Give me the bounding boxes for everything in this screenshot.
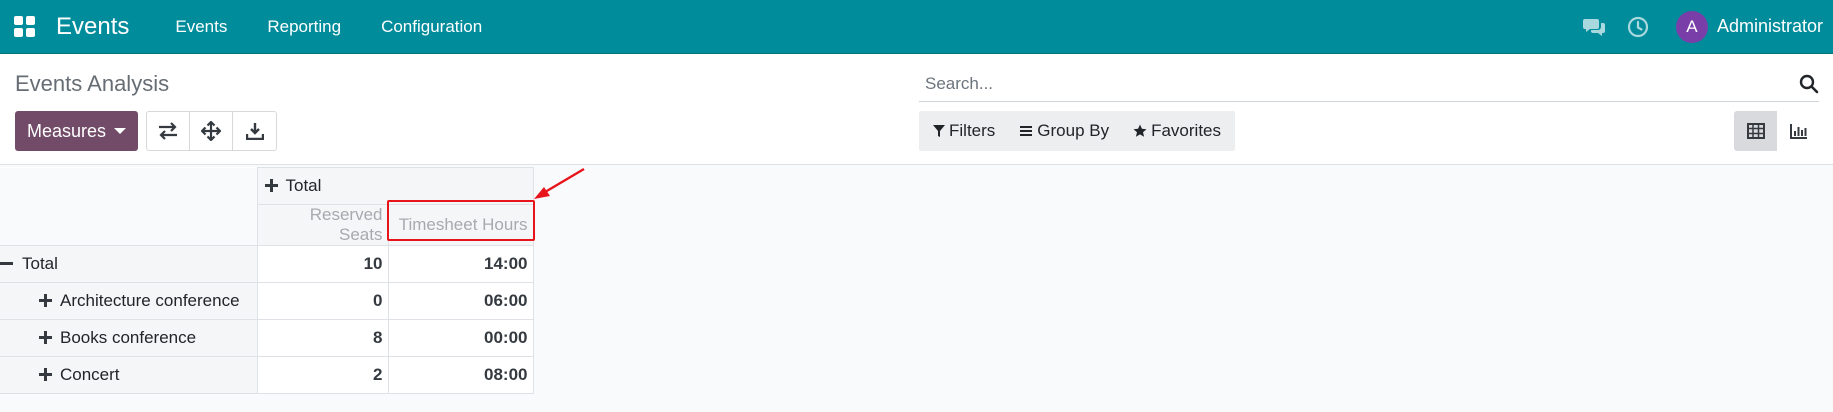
- download-button[interactable]: [233, 112, 276, 150]
- view-switcher: [1734, 111, 1820, 151]
- group-by-icon: [1020, 126, 1033, 136]
- row-label: Architecture conference: [60, 291, 240, 310]
- cell-value[interactable]: 00:00: [387, 319, 534, 357]
- flip-axis-button[interactable]: [147, 112, 190, 150]
- pivot-action-buttons: [146, 111, 277, 151]
- flip-axis-icon: [159, 122, 177, 140]
- annotation-arrow-icon: [534, 167, 585, 199]
- apps-icon[interactable]: [14, 15, 36, 38]
- minus-icon: [0, 257, 13, 270]
- cell-value[interactable]: 14:00: [387, 245, 534, 283]
- column-header-label: Total: [285, 176, 322, 195]
- clock-icon[interactable]: [1626, 15, 1650, 39]
- app-brand[interactable]: Events: [56, 13, 129, 41]
- cell-value[interactable]: 8: [256, 319, 389, 357]
- filters-toggle[interactable]: Filters: [933, 121, 995, 141]
- measure-header-reserved-seats[interactable]: Reserved Seats: [256, 204, 389, 246]
- table-row: Architecture conference 0 06:00: [0, 282, 534, 320]
- search-input[interactable]: [919, 73, 1769, 94]
- annotation-highlight-box: [387, 200, 535, 241]
- group-by-toggle[interactable]: Group By: [1019, 121, 1109, 141]
- navbar-systray: A Administrator: [1582, 0, 1833, 54]
- row-header-architecture-conference[interactable]: Architecture conference: [0, 282, 258, 320]
- column-header-total[interactable]: Total: [256, 167, 534, 205]
- filter-icon: [933, 125, 945, 137]
- graph-view-button[interactable]: [1777, 111, 1820, 151]
- top-navbar: Events Events Reporting Configuration A …: [0, 0, 1833, 54]
- user-menu[interactable]: Administrator: [1717, 16, 1823, 37]
- plus-icon: [264, 179, 278, 192]
- expand-all-button[interactable]: [190, 112, 233, 150]
- pivot-corner: [0, 167, 258, 246]
- chat-icon[interactable]: [1582, 15, 1606, 39]
- plus-icon: [39, 331, 52, 344]
- page-title: Events Analysis: [15, 71, 170, 96]
- menu-configuration[interactable]: Configuration: [381, 17, 482, 37]
- filters-label: Filters: [949, 121, 996, 140]
- menu-events[interactable]: Events: [175, 17, 227, 37]
- plus-icon: [39, 368, 52, 381]
- favorites-label: Favorites: [1151, 121, 1222, 140]
- row-label: Concert: [60, 365, 120, 384]
- control-panel: Events Analysis Measures Search... Filte…: [0, 54, 1833, 165]
- search-options: Filters Group By Favorites: [919, 111, 1236, 151]
- cell-value[interactable]: 10: [256, 245, 389, 283]
- table-row: Concert 2 08:00: [0, 356, 534, 394]
- favorites-toggle[interactable]: Favorites: [1133, 121, 1221, 141]
- row-header-total[interactable]: Total: [0, 245, 258, 283]
- cell-value[interactable]: 08:00: [387, 356, 534, 394]
- row-header-books-conference[interactable]: Books conference: [0, 319, 258, 357]
- star-icon: [1133, 124, 1147, 137]
- group-by-label: Group By: [1037, 121, 1110, 140]
- bar-chart-icon: [1789, 124, 1807, 139]
- download-icon: [245, 123, 264, 140]
- cell-value[interactable]: 0: [256, 282, 389, 320]
- cell-value[interactable]: 06:00: [387, 282, 534, 320]
- pivot-view-button[interactable]: [1734, 111, 1777, 151]
- row-label: Total: [22, 254, 58, 273]
- menu-reporting[interactable]: Reporting: [267, 17, 341, 37]
- measures-label: Measures: [26, 120, 107, 141]
- user-avatar[interactable]: A: [1675, 10, 1708, 43]
- table-row: Total 10 14:00: [0, 245, 534, 283]
- pivot-table-icon: [1746, 123, 1765, 139]
- row-label: Books conference: [60, 328, 197, 347]
- table-row: Books conference 8 00:00: [0, 319, 534, 357]
- plus-icon: [39, 294, 52, 307]
- row-header-concert[interactable]: Concert: [0, 356, 258, 394]
- caret-down-icon: [114, 128, 127, 134]
- measures-button[interactable]: Measures: [15, 111, 138, 151]
- cell-value[interactable]: 2: [256, 356, 389, 394]
- search-bar: [919, 66, 1819, 102]
- expand-all-icon: [201, 121, 221, 141]
- search-icon[interactable]: [1799, 74, 1819, 94]
